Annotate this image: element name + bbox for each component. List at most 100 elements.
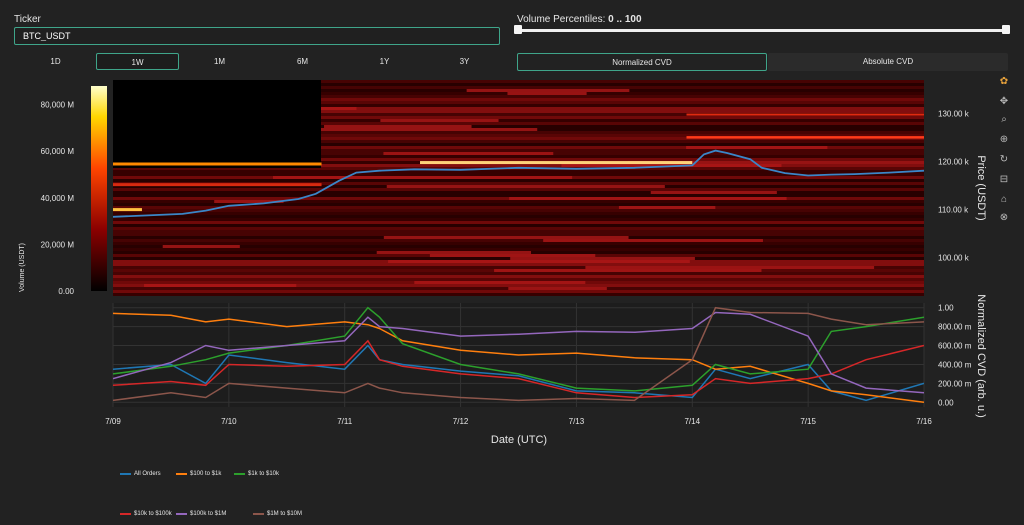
heatmap-row: [113, 179, 924, 182]
heatmap-row: [113, 206, 924, 209]
legend-item[interactable]: $10k to $100k: [120, 511, 172, 517]
legend-swatch: [176, 473, 187, 475]
heatmap-row: [113, 170, 924, 173]
legend-item[interactable]: All Orders: [120, 471, 161, 477]
heatmap-cell: [383, 236, 629, 239]
heatmap-row: [113, 218, 924, 221]
colorbar-tick-label: 40,000 M: [41, 194, 75, 203]
heatmap-row: [113, 290, 924, 293]
heatmap-cell: [510, 257, 695, 260]
colorbar: [91, 86, 107, 291]
colorbar-title: Volume (USDT): [19, 243, 26, 292]
cvd-tick-label: 0.00: [938, 398, 954, 407]
price-tick-label: 130.00 k: [938, 110, 970, 119]
heatmap-cell: [324, 125, 472, 128]
heatmap-empty-region: [113, 80, 321, 168]
date-tick-label: 7/13: [569, 417, 585, 426]
heatmap-row: [113, 293, 924, 296]
heatmap-cell: [543, 239, 763, 242]
heatmap-cell: [494, 269, 762, 272]
cvd-tick-label: 200.00 m: [938, 379, 972, 388]
heatmap-row: [113, 278, 924, 281]
price-tick-label: 110.00 k: [938, 206, 969, 215]
cvd-tick-label: 800.00 m: [938, 323, 972, 332]
heatmap-cell: [388, 260, 690, 263]
heatmap-cell: [376, 251, 532, 254]
heatmap-cell: [508, 287, 607, 290]
cvd-axis-title: Normalized CVD (arb. u.): [975, 294, 987, 417]
heatmap-bright-level: [113, 183, 322, 187]
date-tick-label: 7/16: [916, 417, 932, 426]
heatmap-cell: [429, 254, 596, 257]
heatmap-cell: [686, 146, 828, 149]
price-tick-label: 100.00 k: [938, 254, 970, 263]
date-tick-label: 7/09: [105, 417, 121, 426]
cvd-tick-label: 400.00 m: [938, 360, 972, 369]
heatmap-cell: [466, 89, 630, 92]
legend-swatch: [120, 473, 131, 475]
colorbar-tick-label: 80,000 M: [41, 101, 75, 110]
colorbar-tick-label: 0.00: [58, 287, 74, 296]
heatmap-bright-level: [686, 136, 924, 139]
date-tick-label: 7/15: [800, 417, 816, 426]
legend-label: $1M to $10M: [267, 511, 303, 517]
heatmap-cell: [386, 185, 665, 188]
heatmap-bright-level: [113, 162, 322, 166]
heatmap-row: [113, 194, 924, 197]
colorbar-tick-label: 20,000 M: [41, 240, 75, 249]
cvd-tick-label: 600.00 m: [938, 342, 972, 351]
heatmap-cell: [273, 176, 573, 179]
legend-label: $100k to $1M: [190, 511, 227, 517]
heatmap-row: [113, 272, 924, 275]
date-tick-label: 7/12: [453, 417, 469, 426]
date-tick-label: 7/10: [221, 417, 237, 426]
heatmap-row: [113, 275, 924, 278]
heatmap-row: [113, 224, 924, 227]
legend-swatch: [253, 513, 264, 515]
date-tick-label: 7/14: [684, 417, 700, 426]
heatmap-row: [113, 221, 924, 224]
heatmap-row: [113, 215, 924, 218]
cvd-axis-ticks: 0.00 200.00 m 400.00 m 600.00 m 800.00 m 1.00: [938, 304, 972, 408]
date-tick-label: 7/11: [337, 417, 353, 426]
price-axis-title: Price (USDT): [975, 155, 987, 220]
heatmap-cell: [509, 197, 787, 200]
heatmap-cell: [585, 266, 875, 269]
heatmap-row: [113, 263, 924, 266]
heatmap-row: [113, 239, 924, 242]
legend-label: $10k to $100k: [134, 511, 172, 517]
price-axis-ticks: 100.00 k 110.00 k 120.00 k 130.00 k: [938, 110, 970, 263]
heatmap-cell: [380, 119, 499, 122]
legend-swatch: [176, 513, 187, 515]
heatmap-row: [113, 191, 924, 194]
heatmap-cell: [162, 245, 240, 248]
heatmap-row: [113, 212, 924, 215]
colorbar-ticks: 0.00 20,000 M 40,000 M 60,000 M 80,000 M: [41, 101, 75, 296]
heatmap-row: [113, 248, 924, 251]
heatmap-cell: [507, 92, 587, 95]
legend-item[interactable]: $1k to $10k: [234, 471, 279, 477]
heatmap-cell: [144, 284, 297, 287]
legend-label: $100 to $1k: [190, 471, 222, 477]
legend-label: $1k to $10k: [248, 471, 280, 477]
legend-label: All Orders: [134, 471, 161, 477]
legend-item[interactable]: $1M to $10M: [253, 511, 302, 517]
cvd-tick-label: 1.00: [938, 304, 954, 313]
heatmap-bright-level: [420, 161, 693, 165]
price-tick-label: 120.00 k: [938, 158, 970, 167]
heatmap-row: [113, 209, 924, 212]
chart-canvas: 0.00 20,000 M 40,000 M 60,000 M 80,000 M Vol…: [19, 80, 987, 446]
heatmap-row: [113, 230, 924, 233]
legend-swatch: [120, 513, 131, 515]
date-axis-ticks: 7/09 7/10 7/11 7/12 7/13 7/14 7/15 7/16: [105, 417, 932, 426]
heatmap-row: [113, 233, 924, 236]
legend-item[interactable]: $100k to $1M: [176, 511, 226, 517]
heatmap-cell: [383, 152, 554, 155]
date-axis-title: Date (UTC): [491, 434, 547, 446]
heatmap-cell: [650, 191, 777, 194]
heatmap-cell: [618, 206, 716, 209]
legend-swatch: [234, 473, 245, 475]
heatmap-row: [113, 242, 924, 245]
heatmap-bright-level: [113, 208, 142, 212]
legend-item[interactable]: $100 to $1k: [176, 471, 221, 477]
